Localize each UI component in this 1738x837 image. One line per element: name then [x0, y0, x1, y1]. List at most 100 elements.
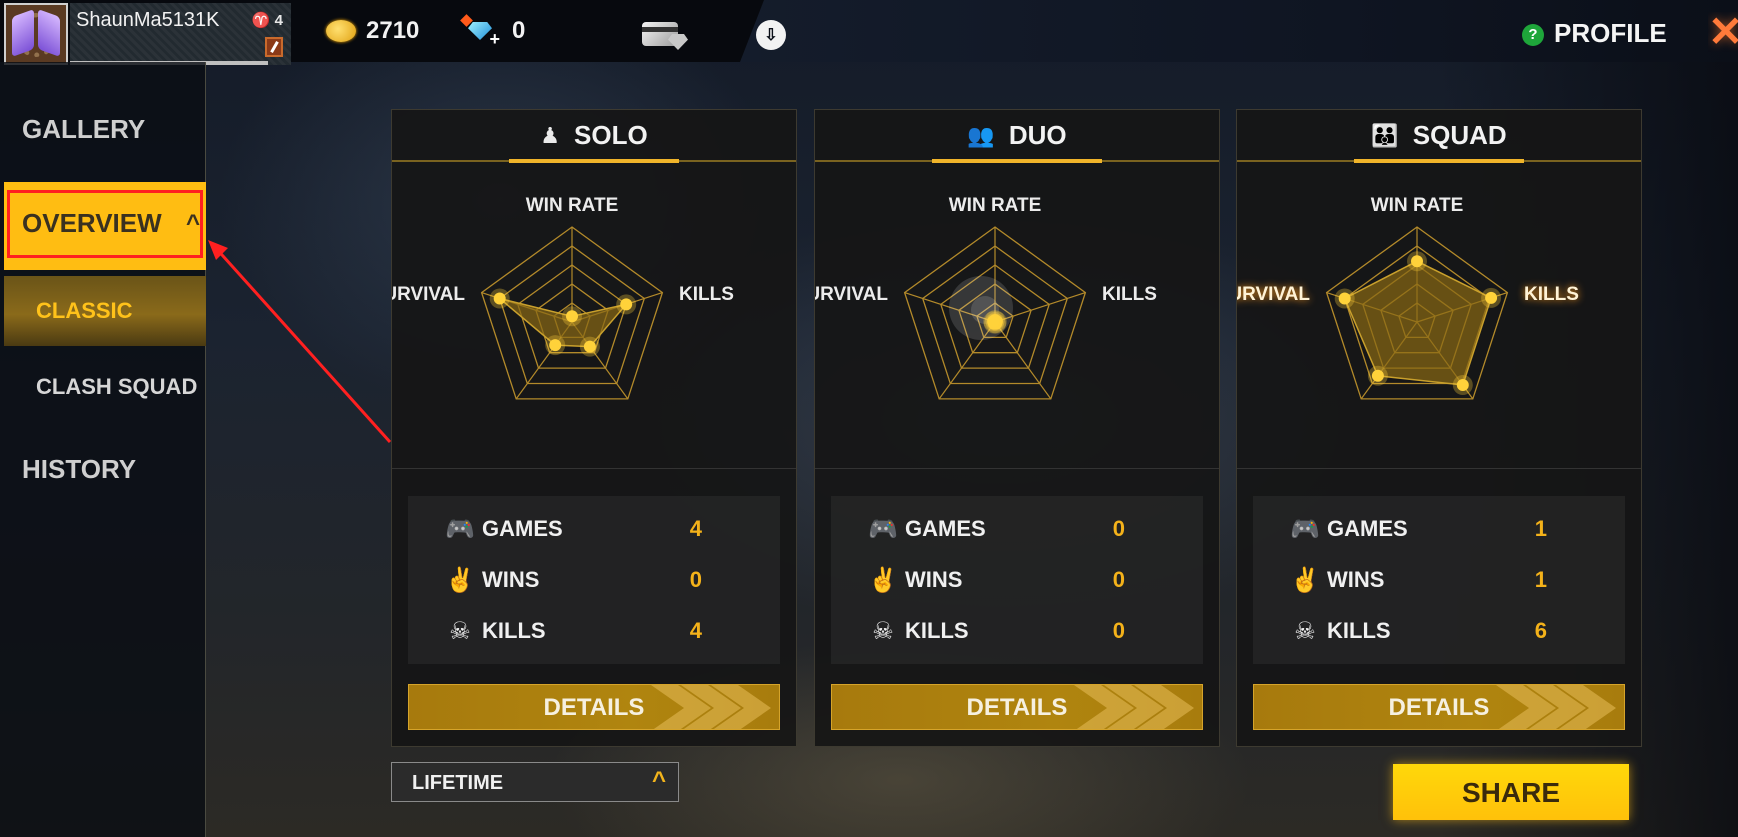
radar-chart-solo: WIN RATEKILLSTACTICSEXPLORATIONSURVIVAL: [392, 196, 734, 400]
gamepad-icon: 🎮: [445, 515, 475, 543]
top-bar: ShaunMa5131K ♈ 4 2710 + 0 ⇩ ? PROFILE ✕: [0, 0, 1738, 65]
radar-axis-label: WIN RATE: [1371, 196, 1464, 216]
mode-card-header: ♟ SOLO: [392, 110, 796, 163]
divider: [815, 468, 1219, 469]
sidebar-subitem-classic[interactable]: CLASSIC: [4, 276, 206, 346]
radar-point-kills: [620, 298, 633, 311]
sidebar-subitem-clash-squad[interactable]: CLASH SQUAD: [36, 374, 242, 400]
diamond-gem: [468, 22, 492, 40]
details-button-solo[interactable]: DETAILS: [408, 684, 780, 730]
avatar[interactable]: [4, 3, 68, 65]
stat-label: WINS: [905, 567, 963, 592]
cloud-download-icon[interactable]: ⇩: [756, 20, 786, 50]
details-label: DETAILS: [543, 694, 645, 721]
stat-row-wins: ✌ WINS 0: [865, 563, 1175, 597]
diamond-counter[interactable]: + 0: [460, 14, 525, 49]
title-underline: [1354, 159, 1524, 163]
radar-point-win-rate: [1411, 255, 1423, 268]
radar-chart-duo: WIN RATEKILLSTACTICSEXPLORATIONSURVIVAL: [815, 196, 1157, 400]
rank-label: ♈ 4: [251, 12, 283, 29]
chevron-up-icon: ^: [651, 767, 666, 794]
gold-amount: 2710: [366, 17, 420, 44]
stat-value: 0: [1112, 567, 1125, 592]
name-plate: ShaunMa5131K ♈ 4: [70, 3, 291, 65]
radar-point-survival: [1338, 292, 1351, 305]
dropdown-selected-value: LIFETIME: [412, 772, 504, 794]
stat-value: 4: [689, 618, 702, 643]
chevron-up-icon[interactable]: ^: [186, 210, 200, 238]
share-label: SHARE: [1461, 777, 1560, 808]
stat-value: 4: [689, 516, 702, 541]
mode-title: DUO: [1008, 120, 1067, 150]
radar-axis-label: KILLS: [1102, 284, 1157, 305]
sidebar-item-label: CLASSIC: [36, 298, 133, 323]
close-button[interactable]: ✕: [1708, 12, 1738, 52]
stat-label: GAMES: [482, 516, 563, 541]
radar-point-tactics: [583, 340, 596, 353]
gamepad-icon: 🎮: [868, 515, 898, 543]
radar-axis-label: WIN RATE: [949, 196, 1042, 216]
stat-label: WINS: [1327, 567, 1385, 592]
stat-label: KILLS: [1327, 618, 1391, 643]
radar-axis-label: SURVIVAL: [1237, 284, 1310, 305]
guild-badge-icon: [265, 37, 283, 57]
membership-card-icon[interactable]: [642, 20, 688, 50]
gamepad-icon: 🎮: [1290, 515, 1320, 543]
radar-point-exploration: [549, 339, 562, 352]
stat-row-games: 🎮 GAMES 4: [442, 512, 752, 546]
solo-player-icon: ♟: [540, 122, 561, 148]
radar-point-tactics: [1456, 379, 1469, 391]
title-underline: [932, 159, 1102, 163]
victory-hand-icon: ✌: [1290, 566, 1320, 594]
radar-chart-squad: WIN RATEKILLSTACTICSEXPLORATIONSURVIVAL: [1237, 196, 1579, 400]
sidebar-item-gallery[interactable]: GALLERY: [22, 114, 228, 145]
details-button-squad[interactable]: DETAILS: [1253, 684, 1625, 730]
stat-label: KILLS: [482, 618, 546, 643]
sidebar-item-overview[interactable]: OVERVIEW ^: [4, 182, 206, 270]
butterfly-wing: [38, 8, 60, 58]
stat-row-wins: ✌ WINS 0: [442, 563, 752, 597]
skull-icon: ☠: [872, 617, 894, 645]
plus-icon: +: [489, 29, 500, 49]
divider: [1237, 468, 1641, 469]
stat-row-kills: ☠ KILLS 0: [865, 614, 1175, 648]
diamond-topup-icon[interactable]: +: [460, 14, 502, 49]
divider: [392, 468, 796, 469]
mode-card-header: 👥 DUO: [815, 110, 1219, 163]
radar-point-win-rate: [566, 310, 578, 323]
radar-axis-label: WIN RATE: [526, 196, 619, 216]
stat-row-kills: ☠ KILLS 4: [442, 614, 752, 648]
help-icon[interactable]: ?: [1522, 24, 1544, 46]
duo-players-icon: 👥: [967, 122, 995, 148]
page-title: PROFILE: [1554, 18, 1667, 48]
player-name: ShaunMa5131K: [76, 9, 220, 31]
time-range-dropdown[interactable]: LIFETIME ^: [391, 762, 679, 802]
squad-players-icon: 👪: [1371, 122, 1399, 148]
stats-box: 🎮 GAMES 1 ✌ WINS 1 ☠ KILLS 6: [1253, 496, 1625, 664]
details-label: DETAILS: [1388, 694, 1490, 721]
details-label: DETAILS: [966, 694, 1068, 721]
stat-row-games: 🎮 GAMES 0: [865, 512, 1175, 546]
mode-title: SQUAD: [1412, 120, 1507, 150]
stat-row-games: 🎮 GAMES 1: [1287, 512, 1597, 546]
gold-coin-icon: [326, 20, 356, 42]
stat-label: WINS: [482, 567, 540, 592]
stat-value: 6: [1534, 618, 1547, 643]
stat-label: GAMES: [1327, 516, 1408, 541]
stat-value: 1: [1534, 516, 1547, 541]
radar-point-kills: [1485, 291, 1498, 304]
sidebar-item-history[interactable]: HISTORY: [22, 454, 228, 485]
sidebar: GALLERY OVERVIEW ^ CLASSIC CLASH SQUAD H…: [0, 62, 206, 837]
radar-point-exploration: [1371, 369, 1384, 382]
radar-axis-label: SURVIVAL: [815, 284, 888, 305]
stat-value: 0: [1112, 618, 1125, 643]
details-button-duo[interactable]: DETAILS: [831, 684, 1203, 730]
share-button[interactable]: SHARE: [1393, 764, 1629, 820]
sidebar-item-label: OVERVIEW: [22, 208, 162, 238]
stats-box: 🎮 GAMES 4 ✌ WINS 0 ☠ KILLS 4: [408, 496, 780, 664]
player-card[interactable]: ShaunMa5131K ♈ 4: [4, 3, 291, 65]
skull-icon: ☠: [1294, 617, 1316, 645]
victory-hand-icon: ✌: [445, 566, 475, 594]
stat-value: 0: [689, 567, 702, 592]
stat-value: 0: [1112, 516, 1125, 541]
